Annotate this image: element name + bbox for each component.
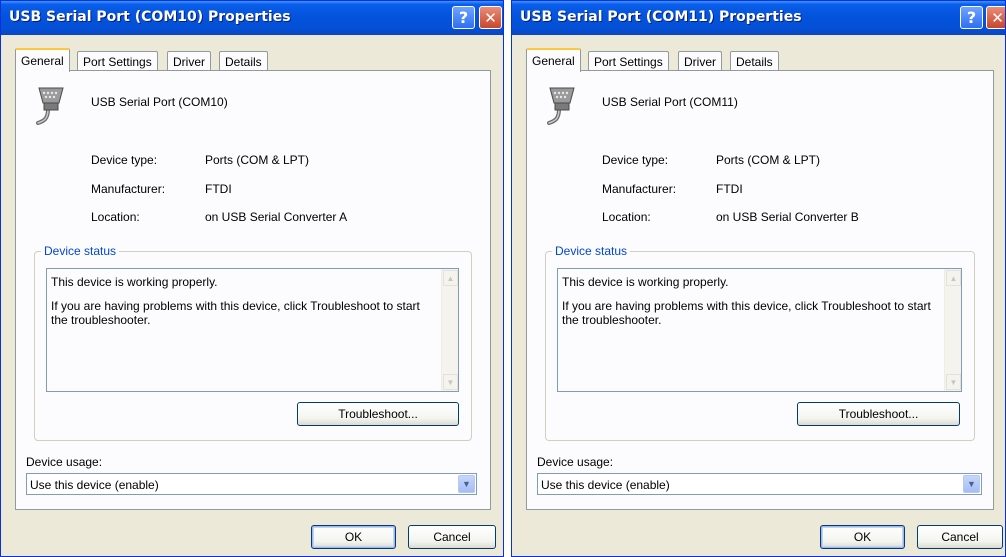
location-label: Location: — [91, 210, 140, 224]
device-type-value: Ports (COM & LPT) — [716, 153, 821, 167]
device-status-group: Device status This device is working pro… — [34, 244, 472, 441]
device-name: USB Serial Port (COM11) — [602, 95, 738, 109]
general-tab-panel: USB Serial Port (COM11) Device type: Por… — [526, 70, 994, 510]
help-button[interactable]: ? — [452, 6, 475, 29]
tab-details[interactable]: Details — [730, 51, 779, 71]
scroll-up-icon[interactable]: ▲ — [946, 270, 961, 286]
status-line-working: This device is working properly. — [562, 275, 729, 289]
tab-driver[interactable]: Driver — [167, 51, 211, 71]
cancel-button[interactable]: Cancel — [408, 525, 496, 549]
location-value: on USB Serial Converter B — [716, 210, 859, 224]
device-usage-value: Use this device (enable) — [541, 478, 670, 492]
status-scrollbar[interactable]: ▲ ▼ — [441, 269, 458, 391]
troubleshoot-button[interactable]: Troubleshoot... — [297, 402, 459, 426]
properties-window-com10: USB Serial Port (COM10) Properties ? ✕ G… — [0, 0, 504, 557]
tab-port-settings[interactable]: Port Settings — [588, 51, 669, 71]
device-usage-value: Use this device (enable) — [30, 478, 159, 492]
window-title: USB Serial Port (COM11) Properties — [520, 9, 802, 25]
scroll-down-icon[interactable]: ▼ — [946, 374, 961, 390]
device-name: USB Serial Port (COM10) — [91, 95, 228, 109]
status-line-troubleshoot: If you are having problems with this dev… — [562, 299, 931, 327]
device-type-value: Ports (COM & LPT) — [205, 153, 310, 167]
scroll-down-icon[interactable]: ▼ — [443, 374, 458, 390]
manufacturer-label: Manufacturer: — [91, 182, 166, 196]
title-bar[interactable]: USB Serial Port (COM10) Properties ? ✕ — [1, 1, 503, 35]
cancel-button[interactable]: Cancel — [917, 525, 1003, 549]
help-button[interactable]: ? — [960, 6, 983, 29]
help-icon: ? — [458, 8, 469, 27]
help-icon: ? — [966, 8, 977, 27]
serial-port-icon — [547, 87, 575, 125]
manufacturer-value: FTDI — [205, 182, 232, 196]
status-scrollbar[interactable]: ▲ ▼ — [944, 269, 961, 391]
tab-general[interactable]: General — [15, 48, 70, 72]
title-bar[interactable]: USB Serial Port (COM11) Properties ? ✕ — [512, 1, 1005, 35]
device-status-textbox[interactable]: This device is working properly. If you … — [557, 268, 962, 392]
device-usage-select[interactable]: Use this device (enable) ▼ — [26, 473, 477, 495]
device-type-label: Device type: — [602, 153, 669, 167]
device-status-text: This device is working properly. If you … — [562, 275, 939, 337]
troubleshoot-button[interactable]: Troubleshoot... — [797, 402, 960, 426]
manufacturer-value: FTDI — [716, 182, 743, 196]
close-button[interactable]: ✕ — [479, 6, 502, 29]
close-icon: ✕ — [991, 8, 1004, 27]
device-usage-label: Device usage: — [26, 455, 103, 469]
device-usage-select[interactable]: Use this device (enable) ▼ — [537, 473, 982, 495]
device-status-text: This device is working properly. If you … — [51, 275, 436, 337]
tab-port-settings[interactable]: Port Settings — [77, 51, 158, 71]
device-status-title: Device status — [552, 244, 631, 258]
status-line-working: This device is working properly. — [51, 275, 218, 289]
ok-button[interactable]: OK — [311, 525, 396, 549]
close-icon: ✕ — [484, 8, 497, 27]
general-tab-panel: USB Serial Port (COM10) Device type: Por… — [15, 70, 491, 510]
properties-window-com11: USB Serial Port (COM11) Properties ? ✕ G… — [511, 0, 1006, 557]
close-button[interactable]: ✕ — [986, 6, 1005, 29]
chevron-down-icon[interactable]: ▼ — [458, 475, 475, 493]
manufacturer-label: Manufacturer: — [602, 182, 677, 196]
scroll-up-icon[interactable]: ▲ — [443, 270, 458, 286]
status-line-troubleshoot: If you are having problems with this dev… — [51, 299, 420, 327]
location-label: Location: — [602, 210, 651, 224]
device-usage-label: Device usage: — [537, 455, 614, 469]
device-status-textbox[interactable]: This device is working properly. If you … — [46, 268, 459, 392]
tab-details[interactable]: Details — [219, 51, 268, 71]
window-title: USB Serial Port (COM10) Properties — [9, 9, 291, 25]
ok-button[interactable]: OK — [820, 525, 905, 549]
chevron-down-icon[interactable]: ▼ — [963, 475, 980, 493]
device-status-group: Device status This device is working pro… — [545, 244, 975, 441]
tab-driver[interactable]: Driver — [678, 51, 722, 71]
tab-general[interactable]: General — [526, 48, 581, 72]
device-type-label: Device type: — [91, 153, 158, 167]
device-status-title: Device status — [41, 244, 120, 258]
location-value: on USB Serial Converter A — [205, 210, 348, 224]
serial-port-icon — [36, 87, 64, 125]
